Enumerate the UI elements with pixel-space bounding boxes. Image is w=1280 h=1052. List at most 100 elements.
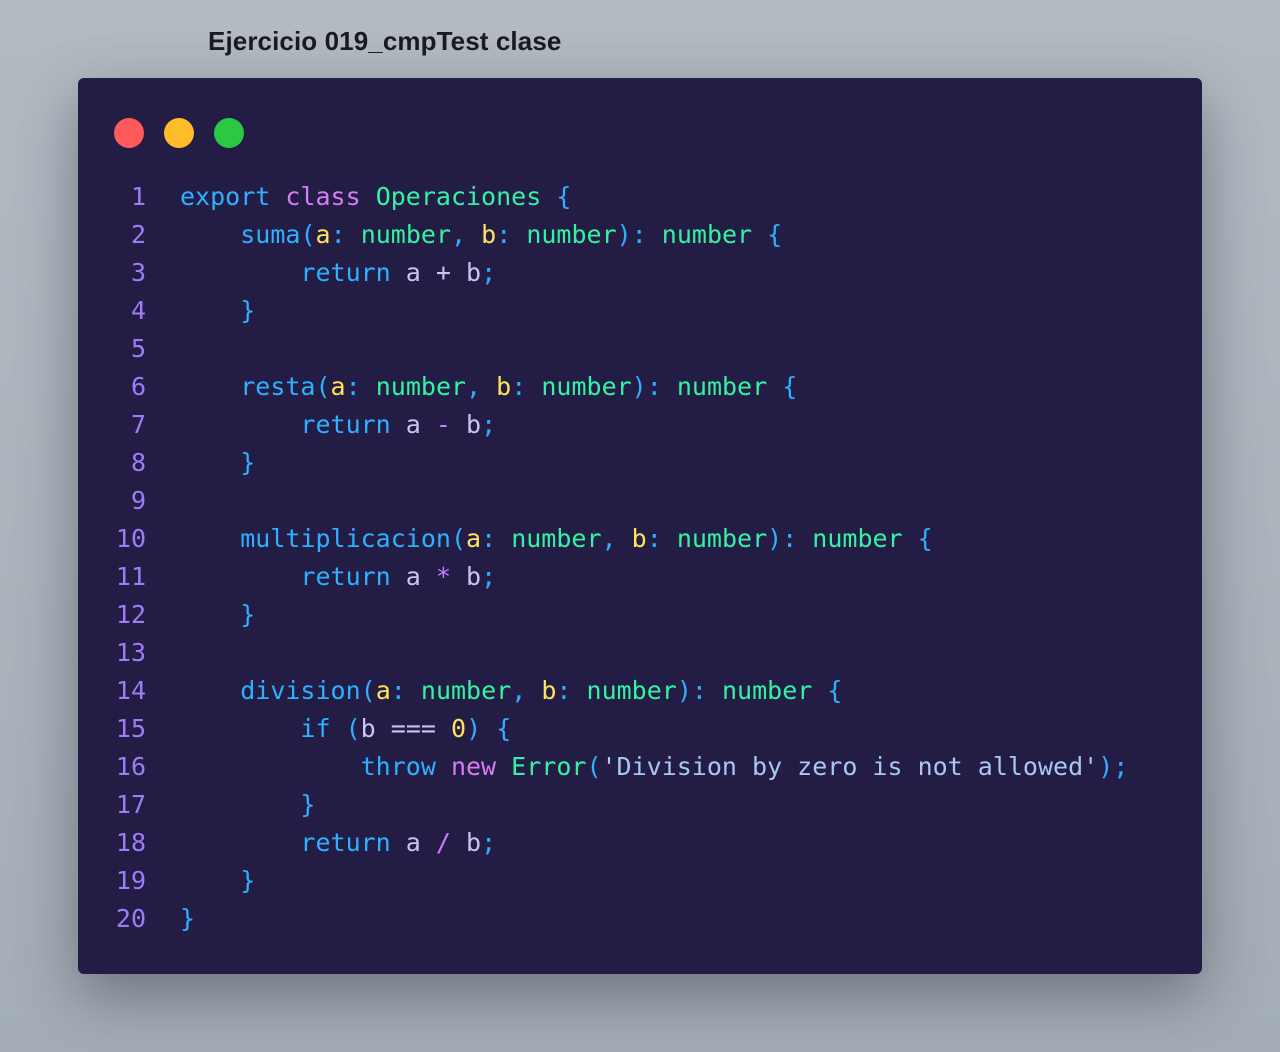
code-token-keyword: return [300,410,391,439]
code-token-var: + [435,258,451,287]
code-token-punct: : [345,372,361,401]
line-number: 12 [115,600,146,629]
code-token-punct: , [511,676,527,705]
line-code: } [180,900,195,938]
maximize-dot-icon[interactable] [214,118,244,148]
code-token-var: === [390,714,436,743]
code-token-var: b [466,258,482,287]
line-number: 6 [130,372,146,401]
line-code: suma(a: number, b: number): number { [180,216,782,254]
code-token-punct: } [300,790,316,819]
line-code: return a - b; [180,406,496,444]
code-line: 3 return a + b; [78,254,1202,292]
code-token-var: a [405,258,421,287]
line-number: 11 [115,562,146,591]
code-line: 1 export class Operaciones { [78,178,1202,216]
code-token-punct: { [917,524,933,553]
code-token-var: b [466,828,482,857]
code-window: 1 export class Operaciones {2 suma(a: num… [78,78,1202,974]
code-token-keyword: return [300,828,391,857]
line-code: throw new Error('Division by zero is not… [180,748,1129,786]
code-token-punct: ; [481,258,497,287]
code-token-punct: ; [481,828,497,857]
code-token-punct: } [240,296,256,325]
code-line: 8 } [78,444,1202,482]
code-token-punct: { [827,676,843,705]
code-line: 6 resta(a: number, b: number): number { [78,368,1202,406]
code-token-number: 0 [451,714,467,743]
line-number: 2 [130,220,146,249]
line-number: 20 [115,904,146,933]
close-dot-icon[interactable] [114,118,144,148]
code-token-param: a [375,676,391,705]
minimize-dot-icon[interactable] [164,118,194,148]
code-token-type: number [375,372,467,401]
code-token-param: b [631,524,647,553]
line-number: 17 [115,790,146,819]
line-code: return a * b; [180,558,496,596]
code-line: 5 [78,330,1202,368]
code-token-punct: ; [481,562,497,591]
code-token-punct: : [496,220,512,249]
code-token-keyword: throw [360,752,436,781]
code-token-punct: , [466,372,482,401]
code-token-class-keyword: new [450,752,497,781]
window-controls [114,118,244,148]
line-number: 8 [130,448,146,477]
code-token-punct: : [481,524,497,553]
line-number: 1 [130,182,146,211]
line-number: 13 [115,638,146,667]
code-line: 9 [78,482,1202,520]
line-code: return a + b; [180,254,496,292]
code-token-punct: { [767,220,783,249]
code-token-punct: { [496,714,512,743]
code-token-punct: } [240,448,256,477]
code-token-param: a [466,524,482,553]
code-token-param: b [481,220,497,249]
code-token-keyword: return [300,258,391,287]
code-token-class-name: Error [511,752,587,781]
code-token-keyword: export [180,182,271,211]
code-token-punct: ; [481,410,497,439]
code-token-param: b [541,676,557,705]
code-token-type: number [526,220,617,249]
code-token-function: suma [240,220,301,249]
code-token-type: number [541,372,632,401]
code-token-punct: } [180,904,196,933]
code-token-type: number [676,372,768,401]
code-line: 12 } [78,596,1202,634]
code-line: 4 } [78,292,1202,330]
line-code: } [180,596,255,634]
code-token-punct: } [240,600,256,629]
code-token-var: b [466,562,482,591]
code-token-type: number [511,524,602,553]
line-code: } [180,862,255,900]
code-token-op: - [435,410,451,439]
code-token-op: / [435,828,451,857]
code-token-type: number [586,676,677,705]
code-line: 17 } [78,786,1202,824]
code-token-type: number [661,220,753,249]
